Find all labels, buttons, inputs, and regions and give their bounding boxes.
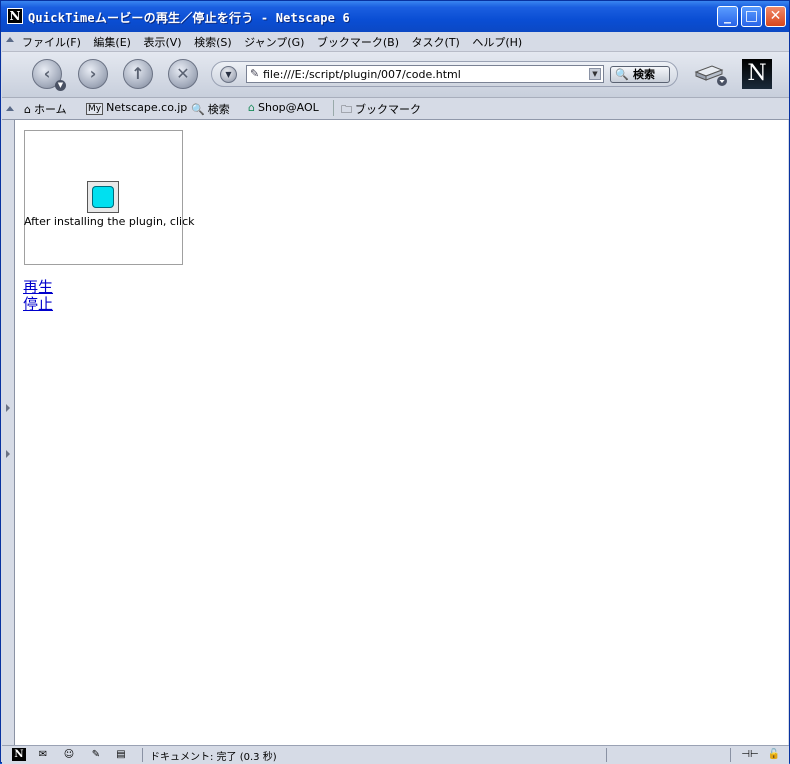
search-button[interactable]: 🔍 検索	[610, 66, 670, 83]
plugin-message: After installing the plugin, click	[24, 215, 195, 228]
menu-search[interactable]: 検索(S)	[194, 36, 232, 49]
maximize-button[interactable]: □	[741, 6, 762, 27]
netscape-bookmark[interactable]: My Netscape.co.jp	[86, 101, 187, 115]
magnifier-icon: 🔍	[615, 68, 629, 81]
personal-toolbar: ⌂ ホーム My Netscape.co.jp 🔍 検索 ⌂ Shop@AOL 🗀 ブック…	[2, 98, 789, 120]
personal-toolbar-grip-icon[interactable]	[6, 106, 14, 111]
search-button-label: 検索	[633, 68, 655, 81]
mail-icon[interactable]: ✉	[36, 748, 50, 761]
plugin-placeholder[interactable]: After installing the plugin, click	[24, 130, 194, 265]
menu-view[interactable]: 表示(V)	[143, 36, 181, 49]
url-input[interactable]	[263, 66, 583, 82]
shop-label: Shop@AOL	[257, 101, 319, 114]
netscape-label: Netscape.co.jp	[106, 101, 188, 114]
composer-icon[interactable]: ✎	[89, 748, 103, 761]
security-lock-icon[interactable]: 🔓	[767, 748, 781, 761]
reload-button[interactable]: ↑	[123, 59, 153, 89]
title-bar: N QuickTimeムービーの再生／停止を行う - Netscape 6 _ …	[1, 1, 789, 32]
home-label: ホーム	[33, 103, 67, 116]
stop-link[interactable]: 停止	[23, 296, 53, 313]
printer-icon	[694, 65, 727, 86]
forward-button[interactable]: ›	[78, 59, 108, 89]
my-netscape-icon: My	[86, 103, 104, 115]
search-icon: 🔍	[191, 103, 205, 116]
minimize-button[interactable]: _	[717, 6, 738, 27]
url-history-dropdown-icon[interactable]: ▼	[220, 66, 237, 83]
status-separator	[730, 748, 731, 762]
print-button[interactable]	[692, 58, 728, 88]
back-button[interactable]: ‹ ▼	[32, 59, 66, 91]
home-bookmark[interactable]: ⌂ ホーム	[24, 101, 67, 117]
menu-bar: ファイル(F) 編集(E) 表示(V) 検索(S) ジャンプ(G) ブックマーク…	[2, 32, 789, 52]
page-proxy-icon[interactable]: ✎	[250, 67, 259, 80]
navigator-icon[interactable]: N	[12, 748, 26, 761]
browser-window: N QuickTimeムービーの再生／停止を行う - Netscape 6 _ …	[0, 0, 790, 764]
folder-icon: 🗀	[341, 103, 352, 116]
menu-go[interactable]: ジャンプ(G)	[244, 36, 304, 49]
url-dropdown-icon[interactable]: ▼	[589, 68, 601, 80]
url-toolbar: ▼ ✎ ▼ 🔍 検索	[211, 61, 678, 87]
toolbar-collapse-grip-icon[interactable]	[6, 37, 14, 42]
netscape-app-icon: N	[7, 8, 23, 24]
menu-edit[interactable]: 編集(E)	[93, 36, 131, 49]
bookmarks-folder[interactable]: 🗀 ブックマーク	[341, 101, 421, 120]
play-link[interactable]: 再生	[23, 279, 53, 296]
status-separator	[606, 748, 607, 762]
back-dropdown-icon[interactable]: ▼	[55, 80, 66, 91]
menu-tasks[interactable]: タスク(T)	[412, 36, 460, 49]
status-text: ドキュメント: 完了 (0.3 秒)	[150, 752, 277, 763]
window-title: QuickTimeムービーの再生／停止を行う - Netscape 6	[28, 11, 350, 25]
plugin-puzzle-icon	[87, 181, 119, 213]
controls: 再生 停止	[23, 279, 53, 313]
address-book-icon[interactable]: ▤	[114, 748, 128, 761]
menu-bookmarks[interactable]: ブックマーク(B)	[317, 36, 399, 49]
search-label: 検索	[207, 103, 230, 116]
netscape-logo[interactable]: N	[742, 59, 772, 89]
stop-icon: ✕	[176, 64, 190, 83]
toolbar-separator	[333, 100, 334, 116]
sidebar-grippy[interactable]	[2, 120, 15, 745]
sidebar-open-arrow-icon	[6, 404, 10, 412]
navigation-toolbar: ‹ ▼ › ↑ ✕ ▼ ✎ ▼ 🔍 検索	[2, 52, 789, 98]
sidebar-open-arrow-icon	[6, 450, 10, 458]
minimize-icon: _	[724, 8, 731, 24]
bookmarks-label: ブックマーク	[355, 103, 421, 116]
shop-house-icon: ⌂	[248, 101, 255, 114]
shop-bookmark[interactable]: ⌂ Shop@AOL	[248, 101, 319, 114]
url-bar[interactable]: ✎ ▼	[246, 65, 604, 83]
close-icon: ✕	[769, 8, 782, 24]
home-icon: ⌂	[24, 103, 31, 116]
status-bar: N ✉ ☺ ✎ ▤ ドキュメント: 完了 (0.3 秒) ⊣⊢ 🔓	[2, 745, 789, 764]
instant-messenger-icon[interactable]: ☺	[62, 748, 76, 761]
menu-help[interactable]: ヘルプ(H)	[472, 36, 522, 49]
forward-arrow-icon: ›	[89, 64, 97, 83]
close-button[interactable]: ✕	[765, 6, 786, 27]
menu-file[interactable]: ファイル(F)	[22, 36, 81, 49]
stop-button[interactable]: ✕	[168, 59, 198, 89]
page-content: After installing the plugin, click 再生 停止	[15, 120, 788, 745]
status-separator	[142, 748, 143, 762]
search-bookmark[interactable]: 🔍 検索	[191, 101, 230, 117]
online-status-icon[interactable]: ⊣⊢	[738, 748, 762, 761]
maximize-icon: □	[744, 8, 759, 24]
reload-icon: ↑	[131, 64, 145, 83]
